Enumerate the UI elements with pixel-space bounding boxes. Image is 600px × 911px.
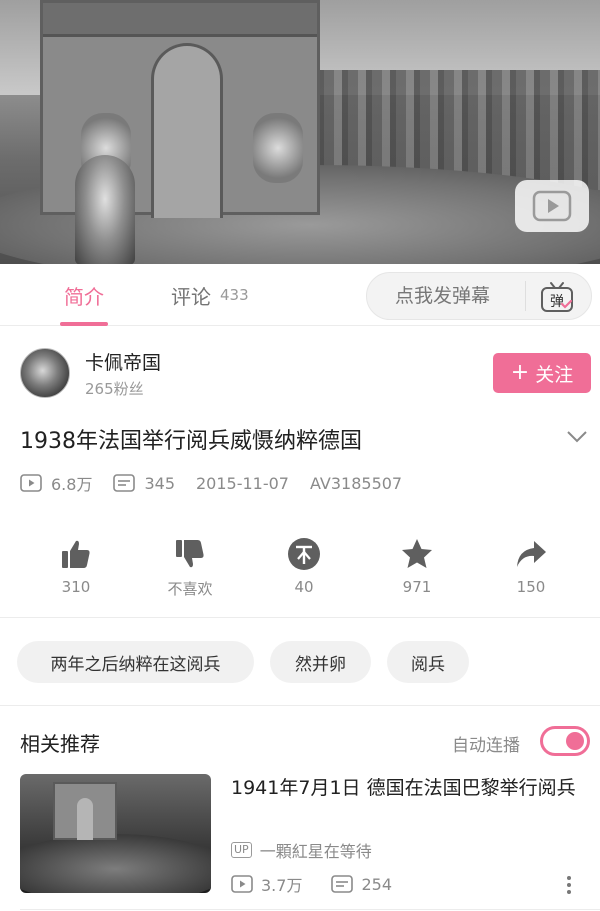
thumb-down-icon	[176, 540, 204, 568]
tab-comments-label: 评论	[171, 284, 211, 309]
thumbnail-arch	[53, 782, 117, 840]
uploader-name[interactable]: 卡佩帝国	[85, 348, 161, 375]
tag-chip[interactable]: 两年之后纳粹在这阅兵	[17, 641, 254, 683]
related-video-title[interactable]: 1941年7月1日 德国在法国巴黎举行阅兵	[231, 775, 581, 801]
video-player[interactable]	[0, 0, 600, 264]
tv-icon[interactable]: 弹	[540, 281, 574, 313]
tab-intro-label: 简介	[64, 284, 104, 309]
tv-icon-text: 弹	[550, 294, 564, 310]
arch-relief-right	[253, 113, 303, 183]
danmaku-placeholder: 点我发弹幕	[395, 285, 491, 307]
share-icon	[517, 541, 546, 567]
related-uploader-name: 一顆紅星在等待	[259, 842, 372, 861]
coin-button[interactable]: 40	[259, 535, 349, 596]
thumb-up-icon	[62, 540, 90, 568]
coin-count: 40	[294, 578, 314, 596]
play-button[interactable]	[515, 180, 589, 232]
arch-attic	[43, 3, 317, 37]
coin-icon	[288, 538, 320, 570]
danmaku-icon	[113, 474, 136, 492]
fan-count: 265粉丝	[85, 380, 144, 398]
play-square-icon	[231, 875, 253, 893]
divider	[20, 909, 600, 910]
tab-active-indicator	[60, 322, 108, 326]
share-button[interactable]: 150	[486, 535, 576, 596]
video-stats: 6.8万 345 2015-11-07 AV3185507	[20, 471, 402, 495]
related-heading: 相关推荐	[20, 732, 100, 756]
danmaku-icon	[331, 875, 354, 893]
like-button[interactable]: 310	[31, 535, 121, 596]
related-danmaku-count: 254	[361, 874, 392, 894]
video-title: 1938年法国举行阅兵威慑纳粹德国	[20, 429, 362, 454]
star-icon	[402, 539, 432, 568]
publish-date: 2015-11-07	[196, 473, 289, 493]
favorite-count: 971	[402, 578, 432, 596]
favorite-button[interactable]: 971	[372, 535, 462, 596]
up-badge: UP	[231, 842, 252, 858]
plus-icon: +	[510, 360, 530, 385]
autoplay-toggle[interactable]	[540, 726, 590, 756]
share-count: 150	[516, 578, 546, 596]
tab-intro[interactable]: 简介	[60, 264, 108, 326]
related-video-stats: 3.7万 254	[231, 872, 392, 896]
dislike-label: 不喜欢	[167, 580, 213, 598]
autoplay-label: 自动连播	[452, 736, 520, 756]
av-number: AV3185507	[309, 473, 403, 493]
tag-chip[interactable]: 然并卵	[270, 641, 371, 683]
dislike-button[interactable]: 不喜欢	[145, 535, 235, 599]
thumbnail-ground	[20, 834, 211, 893]
related-video-thumbnail[interactable]	[20, 774, 211, 893]
comment-count: 433	[220, 286, 249, 304]
danmaku-divider	[525, 281, 526, 311]
related-video-uploader: UP 一顆紅星在等待	[231, 839, 372, 861]
like-count: 310	[61, 578, 91, 596]
tab-comments[interactable]: 评论 433	[171, 264, 249, 326]
video-frame-statue	[75, 155, 135, 264]
divider	[0, 617, 600, 618]
chevron-down-icon[interactable]	[566, 430, 588, 444]
danmaku-input-button[interactable]: 点我发弹幕 弹	[366, 272, 592, 320]
arch-opening	[151, 43, 223, 218]
follow-button[interactable]: + 关注	[493, 353, 591, 393]
danmaku-count: 345	[144, 473, 175, 493]
follow-label: 关注	[535, 363, 574, 386]
play-square-icon	[20, 474, 42, 492]
avatar[interactable]	[20, 348, 70, 398]
tag-chip[interactable]: 阅兵	[387, 641, 469, 683]
play-icon	[532, 190, 572, 222]
detail-tabs: 简介 评论 433 点我发弹幕 弹	[0, 264, 600, 326]
more-vertical-icon[interactable]	[564, 874, 574, 896]
toggle-knob	[566, 732, 584, 750]
related-view-count: 3.7万	[261, 876, 303, 895]
divider	[0, 705, 600, 706]
view-count: 6.8万	[51, 475, 93, 494]
